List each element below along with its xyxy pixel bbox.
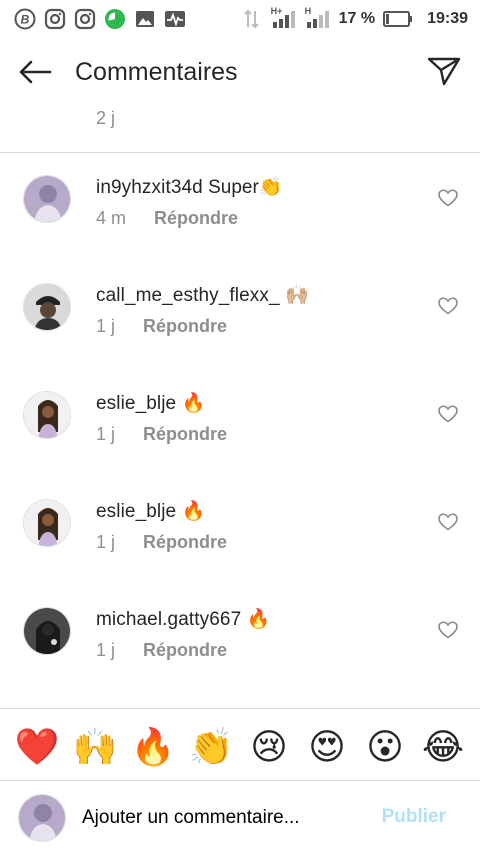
comment-time: 1 j: [96, 640, 116, 660]
instagram-icon: [74, 8, 96, 30]
signal-h-label: H: [304, 6, 312, 16]
emoji-laughing[interactable]: 😂: [418, 729, 468, 765]
reply-button[interactable]: Répondre: [143, 316, 227, 337]
image-icon: [134, 8, 156, 30]
battery-percent: 17 %: [338, 10, 376, 27]
comment-meta: 1 j Répondre: [96, 424, 227, 445]
avatar: [18, 794, 66, 842]
svg-text:B: B: [21, 13, 30, 27]
emoji-surprised[interactable]: 😮: [360, 729, 410, 765]
comment-body: Super: [208, 177, 259, 198]
avatar[interactable]: [23, 391, 71, 439]
heart-icon[interactable]: [438, 621, 458, 639]
emoji-clapping[interactable]: 👏: [186, 729, 236, 765]
divider: [0, 708, 480, 709]
battery-icon: [383, 8, 413, 30]
comment-meta: 1 j Répondre: [96, 532, 227, 553]
comment-emoji: 🔥: [246, 609, 271, 630]
comment-time: 1 j: [96, 424, 116, 444]
heart-icon[interactable]: [438, 297, 458, 315]
comment-username[interactable]: in9yhzxit34d: [96, 177, 203, 198]
instagram-icon: [44, 8, 66, 30]
reply-button[interactable]: Répondre: [143, 532, 227, 553]
send-icon: [427, 57, 461, 86]
share-button[interactable]: [426, 54, 462, 88]
comment-emoji: 🔥: [181, 501, 206, 522]
reply-button[interactable]: Répondre: [154, 208, 238, 229]
publish-button[interactable]: Publier: [382, 806, 446, 828]
comment-emoji: 🔥: [181, 393, 206, 414]
comment-emoji: 👏: [258, 177, 283, 198]
signal-hplus-label: H+: [270, 6, 283, 16]
comment-input[interactable]: [82, 802, 342, 834]
comment-meta: 1 j Répondre: [96, 640, 227, 661]
reply-button[interactable]: Répondre: [143, 424, 227, 445]
comment-username[interactable]: michael.gatty667: [96, 609, 241, 630]
back-button[interactable]: [16, 56, 54, 88]
emoji-fire[interactable]: 🔥: [128, 729, 178, 765]
comment-time: 4 m: [96, 208, 127, 228]
comment-text: eslie_blje 🔥: [96, 499, 205, 523]
comment-meta: 1 j Répondre: [96, 316, 227, 337]
comment-text: call_me_esthy_flexx_ 🙌🏼: [96, 283, 309, 307]
comment-item: eslie_blje 🔥 1 j Répondre: [0, 378, 480, 486]
emoji-crying[interactable]: 😢: [244, 729, 294, 765]
status-bar: B H+ H 17 % 19:39: [0, 0, 480, 38]
comment-item: eslie_blje 🔥 1 j Répondre: [0, 486, 480, 594]
comment-composer: Publier: [0, 784, 480, 850]
back-arrow-icon: [19, 60, 52, 84]
emoji-quick-bar: ❤️ 🙌 🔥 👏 😢 😍 😮 😂: [0, 718, 480, 776]
comment-text: eslie_blje 🔥: [96, 391, 205, 415]
heart-icon[interactable]: [438, 513, 458, 531]
emoji-heart-eyes[interactable]: 😍: [302, 729, 352, 765]
divider: [0, 152, 480, 153]
comment-text: michael.gatty667 🔥: [96, 607, 270, 631]
comment-time: 1 j: [96, 316, 116, 336]
heart-icon[interactable]: [438, 189, 458, 207]
clock: 19:39: [427, 10, 468, 27]
signal-h-icon: H: [304, 6, 331, 30]
avatar[interactable]: [23, 283, 71, 331]
comment-emoji: 🙌🏼: [284, 285, 309, 306]
signal-hplus-icon: H+: [270, 6, 297, 30]
previous-comment-time: 2 j: [96, 108, 116, 128]
comment-item: michael.gatty667 🔥 1 j Répondre: [0, 594, 480, 702]
header: Commentaires: [0, 38, 480, 106]
avatar[interactable]: [23, 175, 71, 223]
avatar[interactable]: [23, 607, 71, 655]
comment-item: call_me_esthy_flexx_ 🙌🏼 1 j Répondre: [0, 270, 480, 378]
comment-username[interactable]: eslie_blje: [96, 501, 176, 522]
comment-username[interactable]: eslie_blje: [96, 393, 176, 414]
b-circle-icon: B: [14, 8, 36, 30]
page-title: Commentaires: [75, 58, 238, 86]
comment-username[interactable]: call_me_esthy_flexx_: [96, 285, 280, 306]
comment-time: 1 j: [96, 532, 116, 552]
divider: [0, 780, 480, 781]
heart-icon[interactable]: [438, 405, 458, 423]
activity-icon: [164, 8, 186, 30]
emoji-heart[interactable]: ❤️: [12, 729, 62, 765]
data-transfer-icon: [241, 8, 263, 30]
avatar[interactable]: [23, 499, 71, 547]
comment-meta: 4 m Répondre: [96, 208, 238, 229]
download-progress-icon: [104, 8, 126, 30]
comment-item: in9yhzxit34d Super👏 4 m Répondre: [0, 162, 480, 270]
comment-text: in9yhzxit34d Super👏: [96, 175, 282, 199]
emoji-raising-hands[interactable]: 🙌: [70, 729, 120, 765]
reply-button[interactable]: Répondre: [143, 640, 227, 661]
